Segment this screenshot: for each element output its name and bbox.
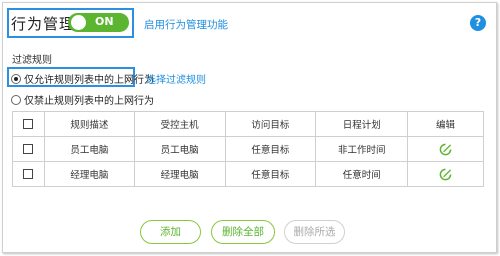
col-header-host: 受控主机	[133, 111, 226, 137]
edit-icon[interactable]	[439, 168, 452, 181]
select-all-cell[interactable]	[12, 111, 45, 137]
row-select-cell[interactable]	[12, 136, 45, 162]
toggle-knob	[71, 15, 86, 30]
edit-icon[interactable]	[439, 143, 452, 156]
col-header-desc: 规则描述	[43, 111, 135, 137]
select-all-checkbox[interactable]	[23, 119, 34, 129]
cell-desc: 员工电脑	[43, 136, 135, 162]
table-row: 员工电脑 员工电脑 任意目标 非工作时间	[12, 136, 484, 162]
behavior-toggle[interactable]: ON	[68, 13, 129, 32]
radio-deny-label: 仅禁止规则列表中的上网行为	[24, 96, 154, 107]
filter-rules-label: 过滤规则	[12, 55, 52, 66]
cell-schedule: 非工作时间	[315, 136, 409, 162]
delete-all-button[interactable]: 删除全部	[211, 220, 275, 244]
cell-schedule: 任意时间	[315, 161, 409, 187]
col-header-schedule: 日程计划	[315, 111, 409, 137]
toggle-label: ON	[95, 15, 114, 28]
row-checkbox[interactable]	[23, 144, 34, 154]
row-select-cell[interactable]	[12, 161, 45, 187]
radio-allow-only[interactable]: 仅允许规则列表中的上网行为	[11, 71, 154, 86]
cell-target: 任意目标	[224, 161, 317, 187]
select-filter-rule-link[interactable]: 选择过滤规则	[146, 71, 206, 86]
help-icon[interactable]: ?	[470, 15, 486, 31]
cell-edit	[407, 161, 484, 187]
table-header-row: 规则描述 受控主机 访问目标 日程计划 编辑	[12, 111, 484, 137]
col-header-target: 访问目标	[224, 111, 317, 137]
radio-button-selected[interactable]	[11, 73, 21, 84]
radio-deny-only[interactable]: 仅禁止规则列表中的上网行为	[11, 92, 154, 107]
delete-selected-button[interactable]: 删除所选	[284, 220, 345, 244]
col-header-edit: 编辑	[407, 111, 484, 137]
enable-behavior-link[interactable]: 启用行为管理功能	[144, 17, 228, 32]
cell-target: 任意目标	[224, 136, 317, 162]
cell-edit	[407, 136, 484, 162]
cell-desc: 经理电脑	[43, 161, 135, 187]
add-button[interactable]: 添加	[140, 220, 201, 244]
page-title: 行为管理	[11, 15, 76, 33]
radio-button[interactable]	[11, 94, 21, 105]
row-checkbox[interactable]	[23, 169, 34, 179]
cell-host: 经理电脑	[133, 161, 226, 187]
cell-host: 员工电脑	[133, 136, 226, 162]
rules-table: 规则描述 受控主机 访问目标 日程计划 编辑 员工电脑 员工电脑 任意目标 非工…	[12, 111, 484, 187]
table-row: 经理电脑 经理电脑 任意目标 任意时间	[12, 161, 484, 187]
radio-allow-label: 仅允许规则列表中的上网行为	[24, 75, 154, 86]
